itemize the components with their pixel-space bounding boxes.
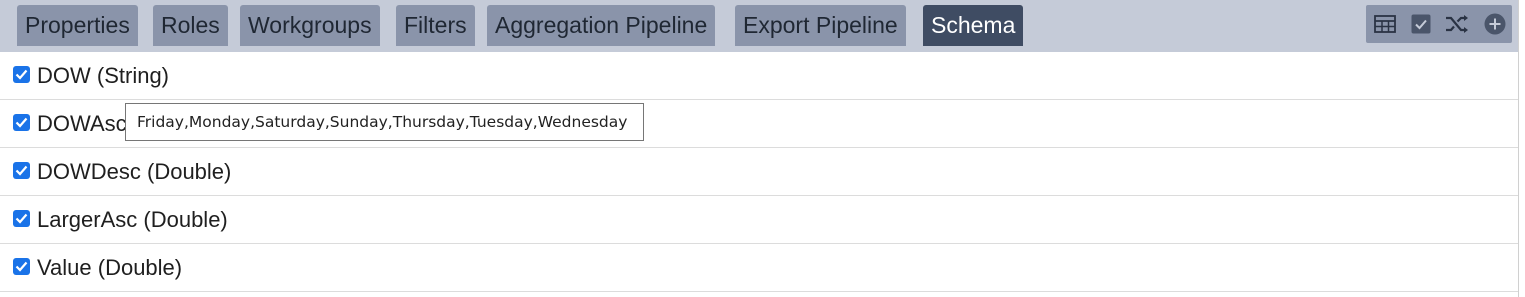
field-values-tooltip: Friday,Monday,Saturday,Sunday,Thursday,T… — [125, 103, 644, 141]
tab-properties[interactable]: Properties — [17, 5, 138, 46]
vertical-scrollbar[interactable] — [1518, 0, 1525, 297]
schema-toolbar — [1366, 5, 1512, 43]
field-checkbox[interactable] — [13, 210, 30, 227]
tab-schema[interactable]: Schema — [923, 5, 1024, 46]
tab-workgroups[interactable]: Workgroups — [240, 5, 380, 46]
tab-roles[interactable]: Roles — [153, 5, 228, 46]
field-checkbox[interactable] — [13, 66, 30, 83]
schema-field-row: Value (Double) — [0, 244, 1518, 292]
schema-field-row: DOW (String) — [0, 52, 1518, 100]
field-label: LargerAsc (Double) — [37, 207, 228, 232]
tab-export-pipeline[interactable]: Export Pipeline — [735, 5, 906, 46]
schema-field-row: DOWDesc (Double) — [0, 148, 1518, 196]
field-label: DOW (String) — [37, 63, 169, 88]
tab-filters[interactable]: Filters — [396, 5, 475, 46]
shuffle-icon[interactable] — [1445, 12, 1469, 36]
field-label: Value (Double) — [37, 255, 183, 280]
table-icon[interactable] — [1373, 12, 1397, 36]
field-checkbox[interactable] — [13, 162, 30, 179]
field-checkbox[interactable] — [13, 258, 30, 275]
check-box-icon[interactable] — [1409, 12, 1433, 36]
field-label: DOWDesc (Double) — [37, 159, 232, 184]
add-circle-icon[interactable] — [1483, 12, 1507, 36]
tab-bar: Properties Roles Workgroups Filters Aggr… — [0, 0, 1518, 52]
tab-aggregation-pipeline[interactable]: Aggregation Pipeline — [487, 5, 716, 46]
schema-field-row: LargerAsc (Double) — [0, 196, 1518, 244]
field-checkbox[interactable] — [13, 114, 30, 131]
schema-field-list: DOW (String) DOWAsc (Double) DOWDesc (Do… — [0, 52, 1518, 292]
